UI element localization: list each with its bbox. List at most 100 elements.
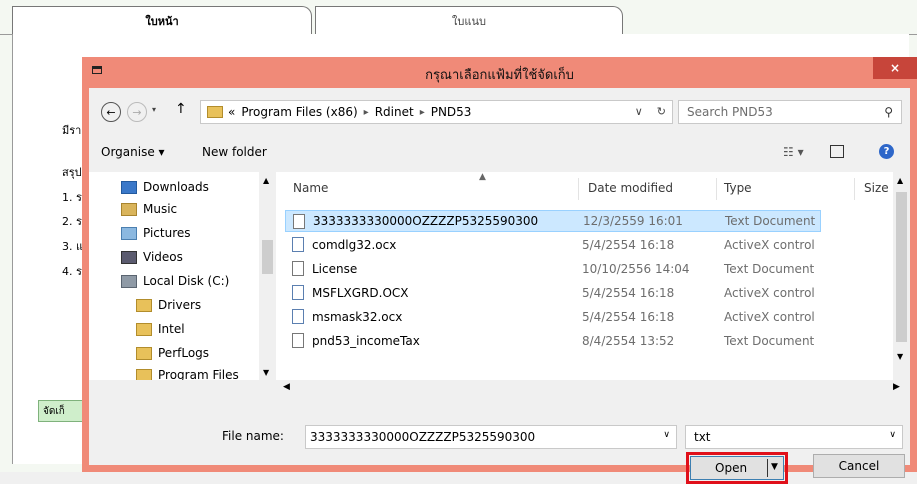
- column-divider[interactable]: [716, 178, 717, 200]
- nav-item-perflogs[interactable]: PerfLogs: [136, 342, 209, 364]
- folder-icon: [136, 346, 152, 360]
- side-label-3: 1. ร: [62, 191, 82, 204]
- address-bar[interactable]: « Program Files (x86) ▸ Rdinet ▸ PND53 ∨…: [200, 100, 673, 124]
- file-row[interactable]: 3333333330000OZZZZP5325590300 12/3/2559 …: [285, 210, 821, 232]
- address-row: ← → ▾ ↑ « Program Files (x86) ▸ Rdinet ▸…: [89, 88, 910, 134]
- tab-attachment[interactable]: ใบแนบ: [315, 6, 623, 34]
- preview-pane-icon[interactable]: [830, 145, 844, 158]
- column-header-name[interactable]: Name: [293, 172, 328, 204]
- nav-item-program-files[interactable]: Program Files: [136, 364, 239, 380]
- folder-icon: [136, 298, 152, 312]
- chevron-down-icon[interactable]: ▼: [771, 462, 778, 472]
- nav-item-drivers[interactable]: Drivers: [136, 294, 201, 316]
- file-type-select[interactable]: txt ∨: [685, 425, 903, 449]
- activex-control-icon: [292, 309, 304, 324]
- nav-item-label: Intel: [158, 322, 185, 336]
- tab-bar: ใบหน้า ใบแนบ: [0, 0, 917, 36]
- breadcrumb-rdinet[interactable]: Rdinet: [375, 105, 414, 119]
- file-date: 12/3/2559 16:01: [583, 214, 683, 228]
- column-divider[interactable]: [578, 178, 579, 200]
- command-toolbar: Organise ▾ New folder ☷ ▾ ?: [89, 134, 910, 173]
- nav-pane-horizontal-scrollbar[interactable]: [89, 380, 279, 397]
- scroll-down-icon[interactable]: ▼: [897, 352, 903, 361]
- refresh-icon[interactable]: ↻: [657, 105, 666, 118]
- help-icon[interactable]: ?: [879, 144, 894, 159]
- file-name-field[interactable]: 3333333330000OZZZZP5325590300 ∨: [305, 425, 677, 449]
- nav-item-label: Local Disk (C:): [143, 274, 230, 288]
- organise-menu-button[interactable]: Organise ▾: [101, 145, 165, 159]
- file-list-scrollbar[interactable]: ▲ ▼: [893, 172, 910, 380]
- side-label-1: มีรา: [62, 124, 82, 137]
- scroll-right-icon[interactable]: ▶: [893, 382, 900, 392]
- column-header-type[interactable]: Type: [724, 172, 752, 204]
- nav-item-label: PerfLogs: [158, 346, 210, 360]
- dialog-titlebar[interactable]: กรุณาเลือกแฟ้มที่ใช้จัดเก็บ ×: [82, 57, 917, 88]
- new-folder-button[interactable]: New folder: [202, 145, 267, 159]
- file-row[interactable]: License 10/10/2556 14:04 Text Document: [285, 258, 821, 280]
- nav-pane-scrollbar[interactable]: ▲ ▼: [259, 172, 276, 380]
- file-type: Text Document: [725, 214, 816, 228]
- breadcrumb-program-files[interactable]: Program Files (x86): [241, 105, 357, 119]
- nav-item-label: Videos: [143, 250, 183, 264]
- nav-item-intel[interactable]: Intel: [136, 318, 185, 340]
- nav-item-label: Music: [143, 202, 178, 216]
- navigation-pane: Downloads Music Pictures Videos Local Di…: [89, 172, 280, 380]
- chevron-down-icon[interactable]: ∨: [663, 430, 670, 440]
- nav-item-music[interactable]: Music: [121, 198, 177, 220]
- file-name: 3333333330000OZZZZP5325590300: [313, 214, 539, 228]
- side-label-5: 3. แ: [62, 240, 84, 253]
- breadcrumb-separator-icon[interactable]: ▸: [420, 107, 425, 118]
- file-row[interactable]: MSFLXGRD.OCX 5/4/2554 16:18 ActiveX cont…: [285, 282, 821, 304]
- cancel-button[interactable]: Cancel: [813, 454, 905, 478]
- tab-front-page[interactable]: ใบหน้า: [12, 6, 312, 34]
- file-row[interactable]: pnd53_incomeTax 8/4/2554 13:52 Text Docu…: [285, 330, 821, 352]
- open-button-highlight: Open ▼: [686, 452, 788, 484]
- file-type: ActiveX control: [724, 310, 815, 324]
- file-name-label: File name:: [222, 429, 284, 443]
- chevron-down-icon[interactable]: ∨: [635, 105, 643, 118]
- close-button[interactable]: ×: [873, 57, 917, 79]
- local-disk-icon: [121, 274, 137, 288]
- forward-arrow-icon[interactable]: →: [127, 102, 147, 122]
- scroll-up-icon[interactable]: ▲: [263, 176, 269, 185]
- back-arrow-icon[interactable]: ←: [101, 102, 121, 122]
- open-button[interactable]: Open ▼: [690, 456, 784, 480]
- scrollbar-thumb[interactable]: [262, 240, 273, 274]
- breadcrumb-pnd53[interactable]: PND53: [431, 105, 472, 119]
- file-name: msmask32.ocx: [312, 310, 403, 324]
- file-list-horizontal-scrollbar[interactable]: ◀ ▶: [279, 380, 910, 397]
- nav-item-pictures[interactable]: Pictures: [121, 222, 191, 244]
- recent-locations-dropdown-icon[interactable]: ▾: [152, 105, 156, 114]
- search-input[interactable]: Search PND53 ⚲: [678, 100, 902, 124]
- column-header-date-modified[interactable]: Date modified: [588, 172, 673, 204]
- chevron-down-icon[interactable]: ∨: [889, 430, 896, 440]
- nav-item-label: Downloads: [143, 180, 209, 194]
- open-file-dialog: กรุณาเลือกแฟ้มที่ใช้จัดเก็บ × ← → ▾ ↑ « …: [82, 57, 917, 484]
- scroll-down-icon[interactable]: ▼: [263, 368, 269, 377]
- file-row[interactable]: comdlg32.ocx 5/4/2554 16:18 ActiveX cont…: [285, 234, 821, 256]
- up-folder-icon[interactable]: ↑: [175, 101, 187, 117]
- column-divider[interactable]: [854, 178, 855, 200]
- nav-item-label: Pictures: [143, 226, 191, 240]
- file-date: 5/4/2554 16:18: [582, 286, 675, 300]
- breadcrumb-separator-icon[interactable]: ▸: [364, 107, 369, 118]
- scrollbar-thumb[interactable]: [896, 192, 907, 342]
- view-options-icon[interactable]: ☷ ▾: [783, 145, 804, 159]
- nav-item-downloads[interactable]: Downloads: [121, 176, 209, 198]
- side-label-6: 4. ร: [62, 265, 82, 278]
- file-name: pnd53_incomeTax: [312, 334, 420, 348]
- activex-control-icon: [292, 285, 304, 300]
- folder-icon: [136, 368, 152, 380]
- nav-item-label: Program Files: [158, 368, 239, 380]
- file-date: 10/10/2556 14:04: [582, 262, 690, 276]
- scroll-left-icon[interactable]: ◀: [283, 382, 290, 392]
- nav-item-local-disk[interactable]: Local Disk (C:): [121, 270, 229, 292]
- column-header-size[interactable]: Size: [864, 172, 889, 204]
- file-row[interactable]: msmask32.ocx 5/4/2554 16:18 ActiveX cont…: [285, 306, 821, 328]
- side-label-4: 2. ร: [62, 215, 82, 228]
- search-icon[interactable]: ⚲: [884, 105, 893, 119]
- scroll-up-icon[interactable]: ▲: [897, 176, 903, 185]
- breadcrumb-overflow[interactable]: «: [228, 105, 235, 119]
- pictures-icon: [121, 226, 137, 240]
- nav-item-videos[interactable]: Videos: [121, 246, 183, 268]
